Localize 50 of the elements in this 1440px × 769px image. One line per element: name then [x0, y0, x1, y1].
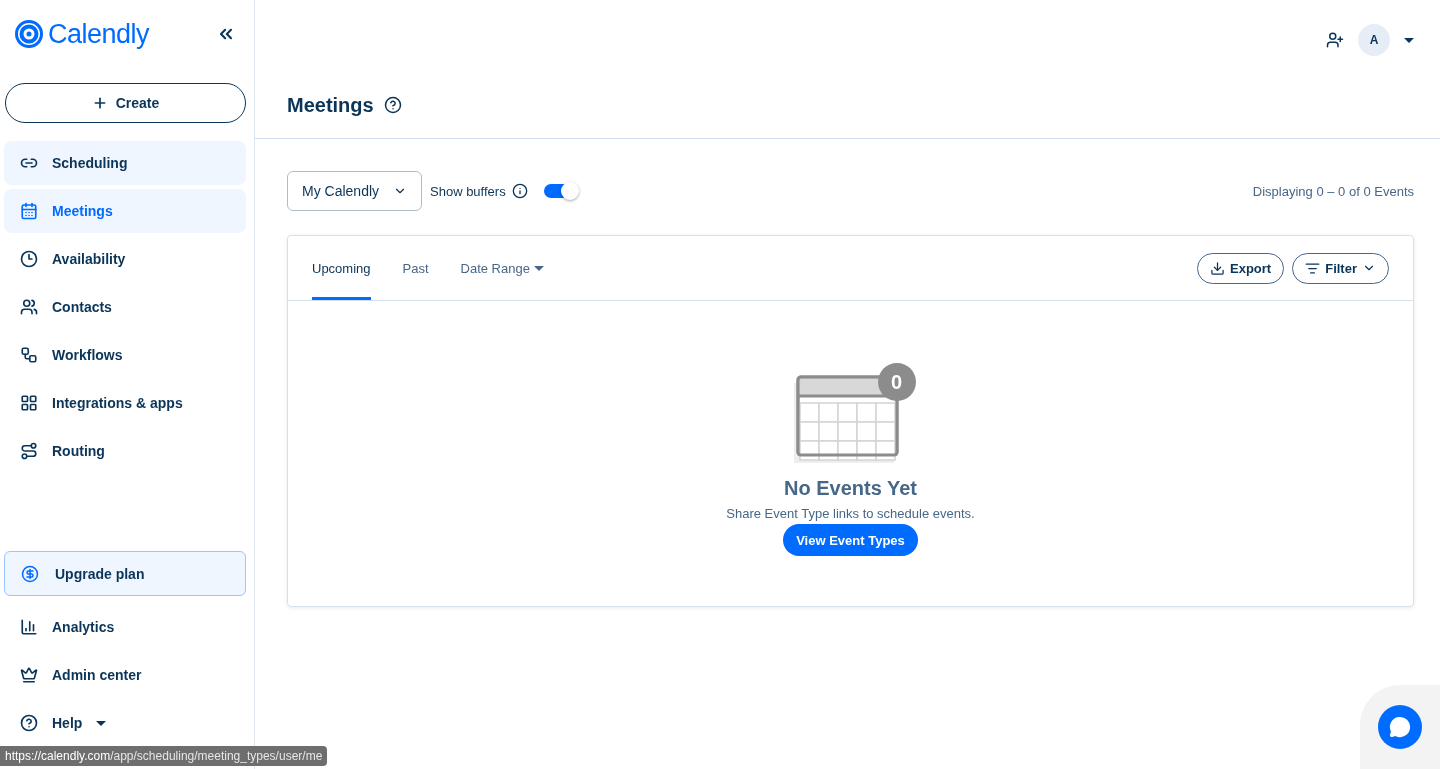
show-buffers-label: Show buffers [430, 183, 506, 199]
logo[interactable]: Calendly [14, 18, 150, 50]
help-icon[interactable] [383, 96, 402, 114]
tab[interactable]: Past [402, 236, 429, 300]
sidebar-item[interactable]: Meetings [4, 189, 246, 233]
logo-icon [14, 19, 44, 49]
filter-icon [1305, 260, 1321, 276]
filter-button[interactable]: Filter [1292, 252, 1389, 284]
sidebar-item[interactable]: Admin center [4, 653, 246, 697]
export-button[interactable]: Export [1197, 252, 1285, 284]
calendar-icon [20, 202, 38, 220]
dollar-icon [21, 564, 39, 583]
download-icon [1210, 260, 1226, 276]
sidebar-item[interactable]: Scheduling [4, 141, 246, 185]
info-icon[interactable] [511, 183, 528, 199]
caret-icon [96, 720, 107, 726]
create-button[interactable]: Create [5, 83, 246, 123]
count-badge: 0 [877, 363, 916, 401]
add-user-icon[interactable] [1326, 31, 1344, 49]
chat-button[interactable] [1378, 705, 1422, 749]
sidebar-item[interactable]: Integrations & apps [4, 381, 246, 425]
grid-icon [20, 394, 38, 412]
brand-name: Calendly [48, 18, 150, 50]
sidebar-item[interactable]: Contacts [4, 285, 246, 329]
page-title: Meetings [287, 93, 374, 117]
crown-icon [20, 666, 38, 684]
empty-title: No Events Yet [784, 477, 917, 500]
sidebar-item[interactable]: Routing [4, 429, 246, 473]
avatar[interactable]: A [1358, 24, 1390, 56]
calendar-select[interactable]: My Calendly [287, 171, 422, 211]
chart-icon [20, 618, 38, 636]
clock-icon [20, 250, 38, 268]
route-icon [20, 442, 38, 460]
upgrade-plan-button[interactable]: Upgrade plan [4, 551, 246, 596]
sidebar-item[interactable]: Availability [4, 237, 246, 281]
sidebar-item[interactable]: Help [4, 701, 246, 745]
chat-icon [1389, 716, 1411, 738]
help-icon [20, 714, 38, 732]
empty-text: Share Event Type links to schedule events. [726, 506, 975, 521]
sidebar-item[interactable]: Analytics [4, 605, 246, 649]
people-icon [20, 298, 38, 316]
link-url: https://calendly.com/app/scheduling/meeting_types/user/me [0, 746, 328, 766]
caret-icon[interactable] [1404, 37, 1414, 43]
tab[interactable]: Upcoming [312, 236, 371, 300]
tab[interactable]: Date Range [460, 236, 544, 300]
displaying-count: Displaying 0 – 0 of 0 Events [1252, 183, 1414, 199]
view-event-types-button[interactable]: View Event Types [783, 524, 918, 556]
nodes-icon [20, 346, 38, 364]
show-buffers-toggle[interactable] [543, 184, 577, 198]
sidebar-item[interactable]: Workflows [4, 333, 246, 377]
